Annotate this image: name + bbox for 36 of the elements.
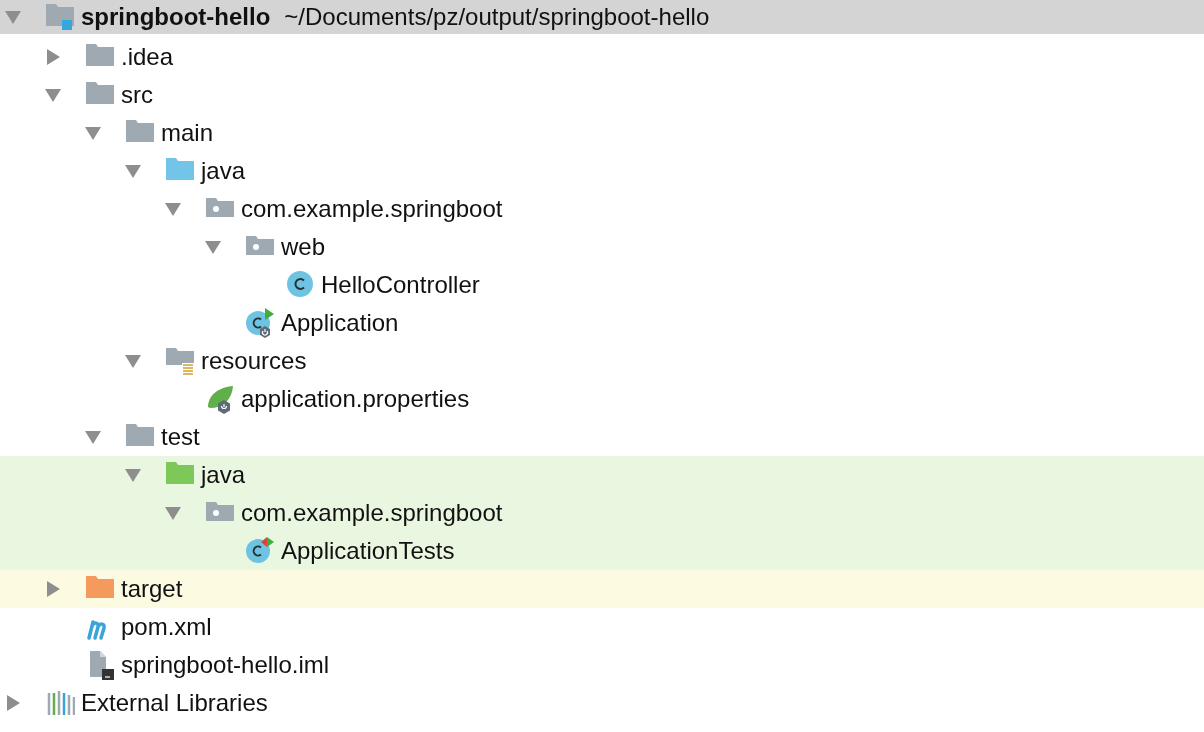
tree-item[interactable]: HelloController [0,266,1204,304]
resources-folder-icon [165,345,195,377]
leaf-icon [205,383,235,415]
tree-item[interactable]: .idea [0,38,1204,76]
spring-class-icon [245,307,275,339]
collapsed-arrow-icon[interactable] [5,695,21,711]
tree-item[interactable]: target [0,570,1204,608]
tree-item[interactable]: java [0,456,1204,494]
expanded-arrow-icon[interactable] [205,239,221,255]
expanded-arrow-icon[interactable] [165,505,181,521]
expanded-arrow-icon[interactable] [45,87,61,103]
tree-item[interactable]: springboot-hello ~/Documents/pz/output/springboot-hello [0,0,1204,34]
expanded-arrow-icon[interactable] [165,201,181,217]
tree-item[interactable]: com.example.springboot [0,494,1204,532]
tree-item[interactable]: src [0,76,1204,114]
tree-item[interactable]: web [0,228,1204,266]
tree-item[interactable]: main [0,114,1204,152]
expanded-arrow-icon[interactable] [5,9,21,25]
tree-item[interactable]: ApplicationTests [0,532,1204,570]
tree-item[interactable]: application.properties [0,380,1204,418]
tree-item[interactable]: java [0,152,1204,190]
tree-item[interactable]: External Libraries [0,684,1204,722]
expanded-arrow-icon[interactable] [85,429,101,445]
expanded-arrow-icon[interactable] [125,467,141,483]
expanded-arrow-icon[interactable] [85,125,101,141]
collapsed-arrow-icon[interactable] [45,49,61,65]
module-icon [45,1,75,33]
tree-item[interactable]: resources [0,342,1204,380]
tree-item[interactable]: Application [0,304,1204,342]
tree-item[interactable]: com.example.springboot [0,190,1204,228]
expanded-arrow-icon[interactable] [125,163,141,179]
collapsed-arrow-icon[interactable] [45,581,61,597]
tree-item[interactable]: test [0,418,1204,456]
tree-item[interactable]: pom.xml [0,608,1204,646]
expanded-arrow-icon[interactable] [125,353,141,369]
tree-item[interactable]: springboot-hello.iml [0,646,1204,684]
